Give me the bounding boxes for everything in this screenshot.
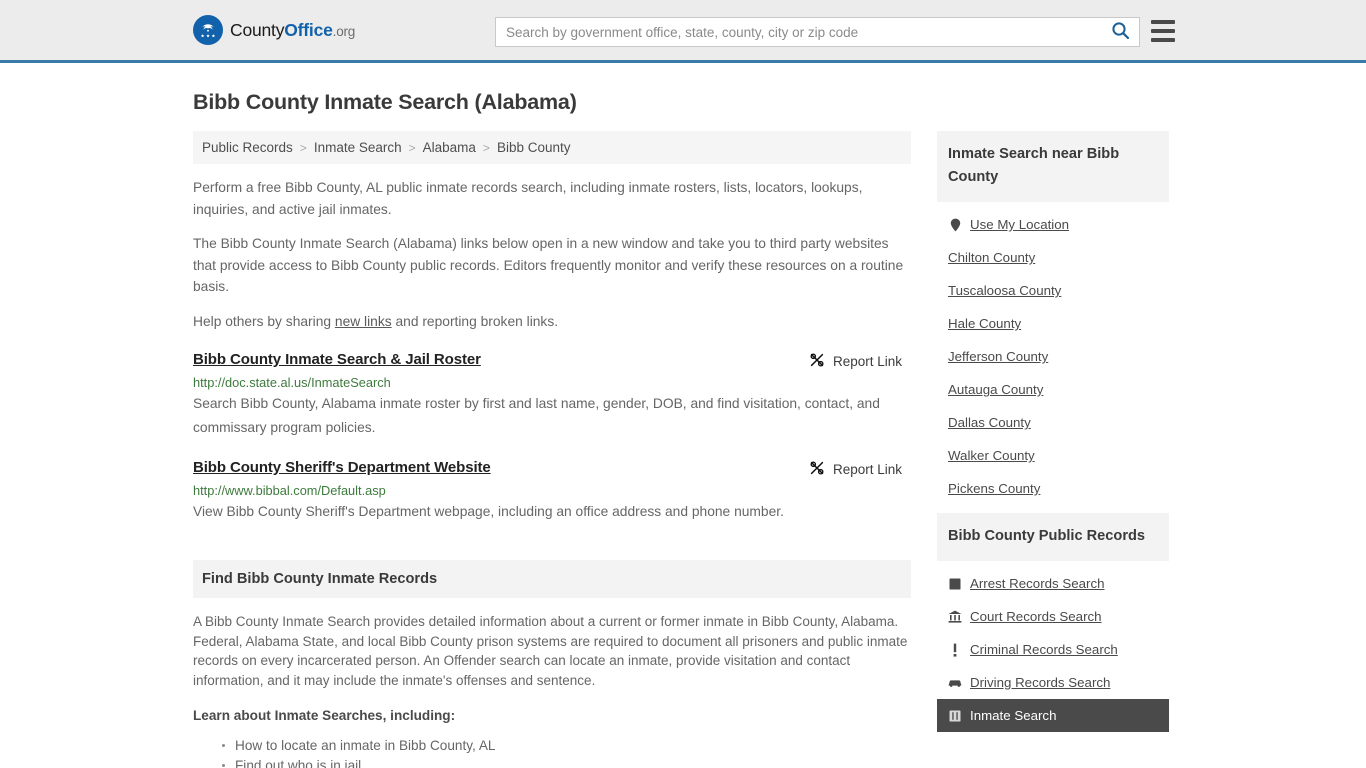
hamburger-bar-1 bbox=[1151, 20, 1175, 24]
logo-text-office: Office bbox=[284, 19, 333, 40]
logo-text-org: .org bbox=[332, 23, 356, 39]
report-link-button[interactable]: Report Link bbox=[809, 352, 911, 371]
sidebar-item-label[interactable]: Autauga County bbox=[948, 382, 1043, 397]
sidebar-item-arrest-records-search[interactable]: Arrest Records Search bbox=[937, 567, 1169, 600]
section-body-text: A Bibb County Inmate Search provides det… bbox=[193, 614, 908, 689]
breadcrumb-item-inmate-search[interactable]: Inmate Search bbox=[314, 140, 402, 155]
sidebar-item-walker-county[interactable]: Walker County bbox=[937, 439, 1169, 472]
content-columns: Public Records > Inmate Search > Alabama… bbox=[193, 131, 1173, 768]
sidebar-item-label[interactable]: Use My Location bbox=[970, 217, 1069, 232]
section-heading: Find Bibb County Inmate Records bbox=[193, 560, 911, 598]
sidebar-item-jefferson-county[interactable]: Jefferson County bbox=[937, 340, 1169, 373]
result-item: Bibb County Sheriff's Department Website… bbox=[193, 459, 911, 524]
broken-link-icon bbox=[809, 352, 825, 371]
logo-wordmark: CountyOffice.org bbox=[230, 20, 355, 41]
hamburger-bar-2 bbox=[1151, 29, 1175, 33]
car-icon bbox=[948, 676, 962, 690]
sidebar-item-label[interactable]: Jefferson County bbox=[948, 349, 1048, 364]
eagle-shield-icon bbox=[193, 15, 223, 45]
sidebar-item-label[interactable]: Criminal Records Search bbox=[970, 642, 1118, 657]
inmate-icon bbox=[948, 709, 962, 723]
result-description: Search Bibb County, Alabama inmate roste… bbox=[193, 396, 880, 435]
result-header: Bibb County Inmate Search & Jail Roster … bbox=[193, 351, 911, 371]
public-records-list: Arrest Records Search Court Records Sear… bbox=[937, 561, 1169, 732]
share-text-after: and reporting broken links. bbox=[391, 313, 559, 329]
sidebar-item-label[interactable]: Dallas County bbox=[948, 415, 1031, 430]
sidebar-item-inmate-search[interactable]: Inmate Search bbox=[937, 699, 1169, 732]
search-button[interactable] bbox=[1101, 18, 1139, 46]
sidebar-item-criminal-records-search[interactable]: Criminal Records Search bbox=[937, 633, 1169, 666]
exclamation-icon bbox=[948, 643, 962, 657]
result-title-link[interactable]: Bibb County Sheriff's Department Website bbox=[193, 459, 491, 476]
intro-paragraph-3: Help others by sharing new links and rep… bbox=[193, 311, 911, 333]
public-records-card: Bibb County Public Records Arrest Record… bbox=[937, 513, 1169, 732]
sidebar-item-tuscaloosa-county[interactable]: Tuscaloosa County bbox=[937, 274, 1169, 307]
site-logo[interactable]: CountyOffice.org bbox=[193, 15, 355, 45]
broken-link-icon bbox=[809, 460, 825, 479]
result-item: Bibb County Inmate Search & Jail Roster … bbox=[193, 351, 911, 440]
report-link-label: Report Link bbox=[832, 462, 902, 477]
sidebar-item-label[interactable]: Court Records Search bbox=[970, 609, 1102, 624]
breadcrumb-item-bibb-county[interactable]: Bibb County bbox=[497, 140, 571, 155]
sidebar-item-autauga-county[interactable]: Autauga County bbox=[937, 373, 1169, 406]
sidebar-item-driving-records-search[interactable]: Driving Records Search bbox=[937, 666, 1169, 699]
intro-paragraph-2: The Bibb County Inmate Search (Alabama) … bbox=[193, 236, 904, 294]
report-link-label: Report Link bbox=[832, 354, 902, 369]
sidebar-item-label[interactable]: Hale County bbox=[948, 316, 1021, 331]
sidebar-item-pickens-county[interactable]: Pickens County bbox=[937, 472, 1169, 505]
hamburger-menu-icon[interactable] bbox=[1151, 20, 1175, 42]
result-title-link[interactable]: Bibb County Inmate Search & Jail Roster bbox=[193, 351, 481, 368]
nearby-heading: Inmate Search near Bibb County bbox=[937, 131, 1169, 202]
intro-paragraph-1: Perform a free Bibb County, AL public in… bbox=[193, 180, 863, 217]
logo-text-county: County bbox=[230, 19, 285, 40]
result-header: Bibb County Sheriff's Department Website… bbox=[193, 459, 911, 479]
sidebar-item-hale-county[interactable]: Hale County bbox=[937, 307, 1169, 340]
result-description: View Bibb County Sheriff's Department we… bbox=[193, 504, 784, 519]
result-url: http://doc.state.al.us/InmateSearch bbox=[193, 375, 391, 390]
sidebar-item-use-my-location[interactable]: Use My Location bbox=[937, 208, 1169, 241]
site-header: CountyOffice.org bbox=[0, 0, 1366, 63]
breadcrumb-separator: > bbox=[408, 140, 416, 155]
sidebar: Inmate Search near Bibb County Use My Lo… bbox=[937, 131, 1169, 740]
search-input[interactable] bbox=[496, 18, 1101, 46]
page-title: Bibb County Inmate Search (Alabama) bbox=[193, 90, 577, 114]
nearby-list: Use My Location Chilton County Tuscaloos… bbox=[937, 202, 1169, 505]
breadcrumb-item-alabama[interactable]: Alabama bbox=[423, 140, 476, 155]
search-bar[interactable] bbox=[495, 17, 1140, 47]
sidebar-item-label[interactable]: Inmate Search bbox=[970, 708, 1056, 723]
sidebar-item-court-records-search[interactable]: Court Records Search bbox=[937, 600, 1169, 633]
map-pin-icon bbox=[948, 218, 962, 232]
sidebar-item-label[interactable]: Pickens County bbox=[948, 481, 1040, 496]
section-subheading: Learn about Inmate Searches, including: bbox=[193, 707, 456, 723]
list-item: Find out who is in jail bbox=[222, 756, 911, 768]
page-container: Bibb County Inmate Search (Alabama) Publ… bbox=[0, 90, 1366, 768]
list-item: How to locate an inmate in Bibb County, … bbox=[222, 736, 911, 756]
learn-about-list: How to locate an inmate in Bibb County, … bbox=[193, 736, 911, 768]
sidebar-item-label[interactable]: Arrest Records Search bbox=[970, 576, 1105, 591]
new-links-link[interactable]: new links bbox=[335, 314, 392, 329]
nearby-inmate-search-card: Inmate Search near Bibb County Use My Lo… bbox=[937, 131, 1169, 505]
sidebar-item-label[interactable]: Walker County bbox=[948, 448, 1035, 463]
sidebar-item-label[interactable]: Driving Records Search bbox=[970, 675, 1110, 690]
breadcrumb-separator: > bbox=[482, 140, 490, 155]
breadcrumb-item-public-records[interactable]: Public Records bbox=[202, 140, 293, 155]
result-url: http://www.bibbal.com/Default.asp bbox=[193, 483, 386, 498]
public-records-heading: Bibb County Public Records bbox=[937, 513, 1169, 561]
main-content: Public Records > Inmate Search > Alabama… bbox=[193, 131, 911, 768]
breadcrumb-separator: > bbox=[299, 140, 307, 155]
share-text-before: Help others by sharing bbox=[193, 313, 335, 329]
search-icon bbox=[1111, 21, 1130, 43]
breadcrumb: Public Records > Inmate Search > Alabama… bbox=[193, 131, 911, 164]
courthouse-icon bbox=[948, 610, 962, 624]
fingerprint-icon bbox=[948, 577, 962, 591]
sidebar-item-label[interactable]: Chilton County bbox=[948, 250, 1035, 265]
sidebar-item-chilton-county[interactable]: Chilton County bbox=[937, 241, 1169, 274]
sidebar-item-label[interactable]: Tuscaloosa County bbox=[948, 283, 1061, 298]
hamburger-bar-3 bbox=[1151, 38, 1175, 42]
report-link-button[interactable]: Report Link bbox=[809, 460, 911, 479]
sidebar-item-dallas-county[interactable]: Dallas County bbox=[937, 406, 1169, 439]
find-records-section: Find Bibb County Inmate Records A Bibb C… bbox=[193, 560, 911, 768]
